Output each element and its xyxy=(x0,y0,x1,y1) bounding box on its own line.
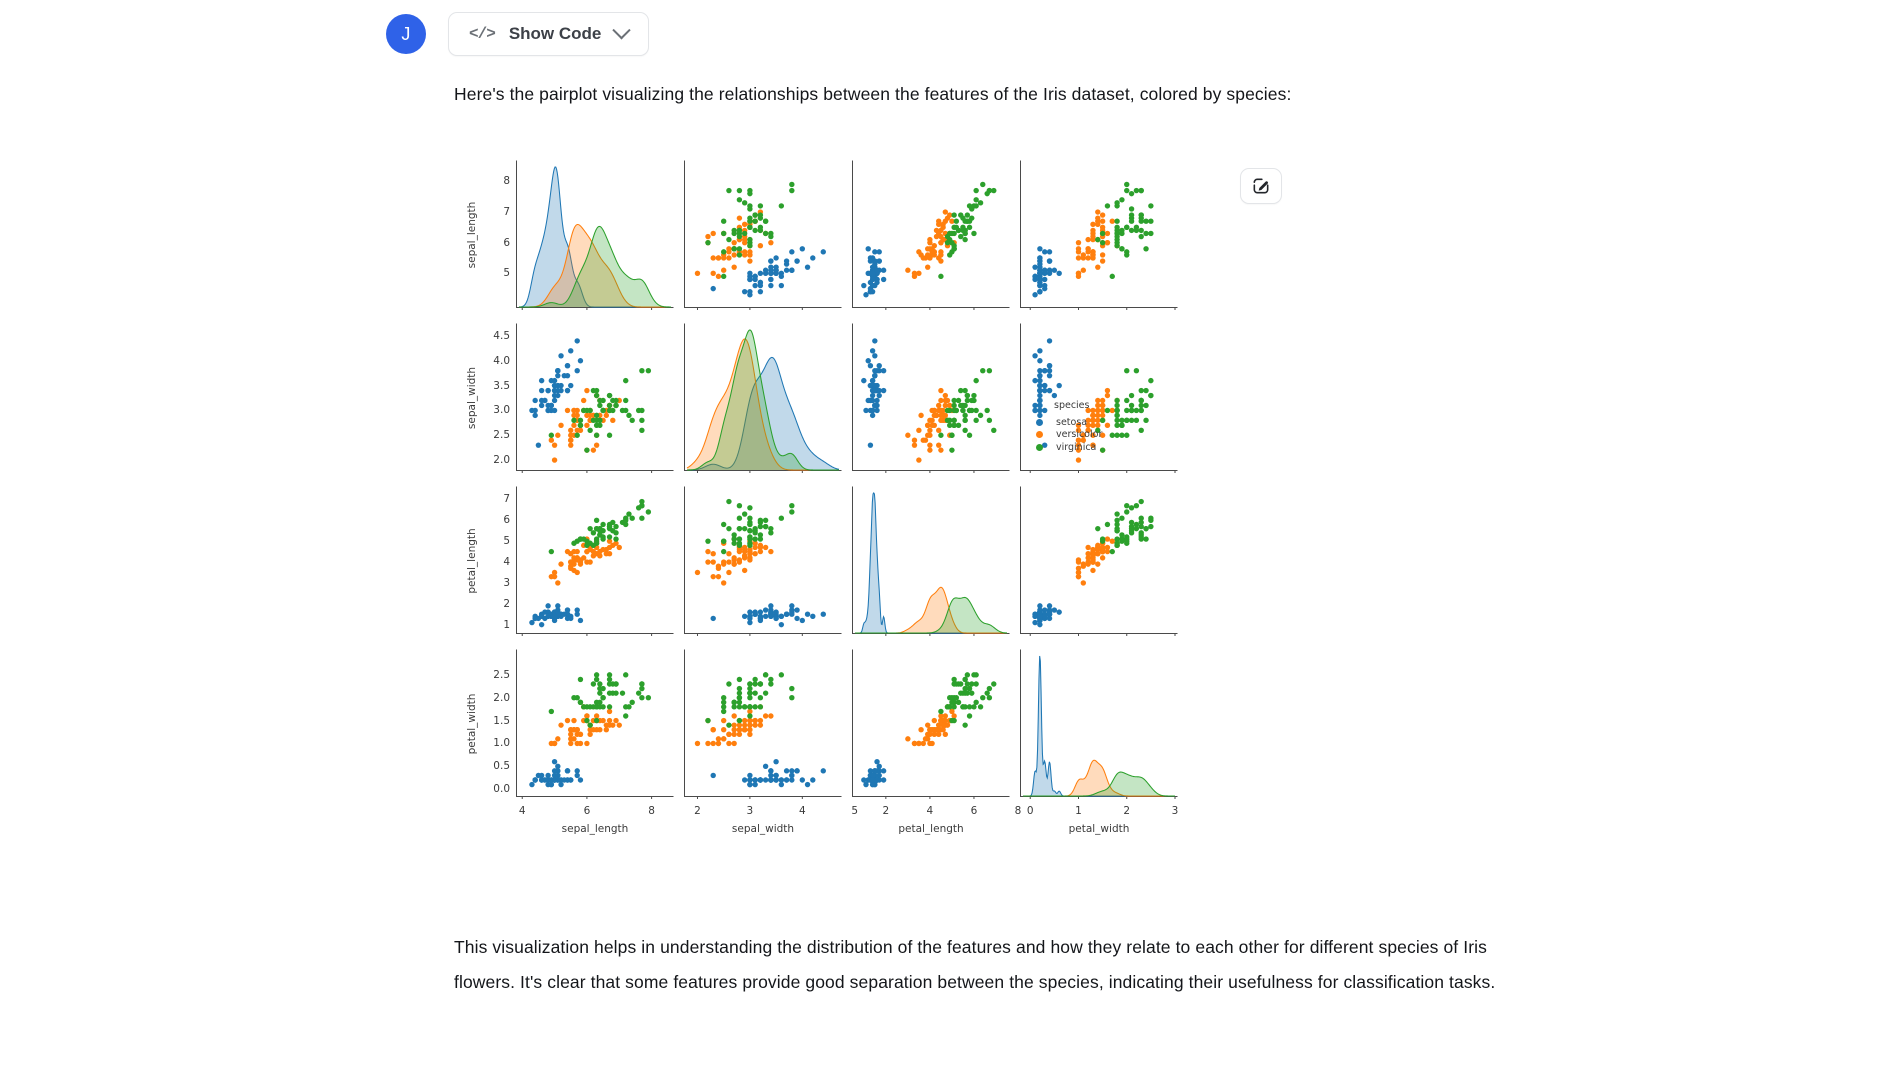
legend-marker-icon xyxy=(1036,418,1043,426)
y-axis-label-petal_length: petal_length xyxy=(466,528,478,594)
outro-paragraph: This visualization helps in understandin… xyxy=(454,937,1496,992)
legend-title: species xyxy=(1054,400,1090,411)
message-header: J </> Show Code xyxy=(386,12,650,56)
x-tick-label: 2 xyxy=(882,805,890,817)
legend-item-versicolor: versicolor xyxy=(1036,429,1102,442)
pairplot-scatter-panel xyxy=(684,486,842,636)
legend-label: setosa xyxy=(1056,416,1088,428)
y-tick-label: 1.5 xyxy=(493,714,510,727)
pairplot-kde-panel xyxy=(516,160,674,310)
intro-paragraph: Here's the pairplot visualizing the rela… xyxy=(454,84,1292,104)
x-axis-label-sepal_width: sepal_width xyxy=(731,823,795,835)
edit-chart-button[interactable] xyxy=(1240,168,1282,204)
y-tick-label: 5 xyxy=(503,535,510,548)
show-code-label: Show Code xyxy=(508,24,602,43)
pairplot-scatter-panel xyxy=(852,649,1010,799)
y-tick-label: 2.0 xyxy=(493,691,510,704)
x-tick-label: 8 xyxy=(648,805,655,817)
pairplot-scatter-panel xyxy=(1020,486,1178,636)
x-tick-label: 0 xyxy=(1026,805,1034,817)
y-tick-label: 3.5 xyxy=(493,379,510,392)
pairplot-kde-panel xyxy=(852,486,1010,636)
legend-item-setosa: setosa xyxy=(1036,416,1102,429)
y-axis-label-sepal_length: sepal_length xyxy=(466,201,478,269)
y-tick-label: 4 xyxy=(503,556,510,569)
x-tick-label: 5 xyxy=(851,805,859,817)
x-tick-label: 2 xyxy=(1123,805,1131,817)
pairplot-scatter-panel xyxy=(1020,160,1178,310)
pairplot-scatter-panel xyxy=(852,160,1010,310)
chevron-down-icon xyxy=(612,20,632,39)
y-tick-label: 3.0 xyxy=(493,404,510,417)
y-tick-label: 6 xyxy=(503,514,510,527)
x-tick-label: 6 xyxy=(583,805,591,817)
y-tick-label: 1.0 xyxy=(493,737,510,750)
y-tick-label: 2.5 xyxy=(493,668,510,681)
y-tick-label: 1 xyxy=(503,618,510,631)
x-tick-label: 4 xyxy=(518,805,526,817)
x-tick-label: 4 xyxy=(798,805,806,817)
y-axis-label-petal_width: petal_width xyxy=(466,693,478,755)
y-tick-label: 3 xyxy=(503,576,510,589)
legend-marker-icon xyxy=(1036,443,1043,451)
x-tick-label: 3 xyxy=(746,805,754,817)
avatar: J xyxy=(386,14,426,54)
y-tick-label: 2.0 xyxy=(493,454,510,467)
pairplot-scatter-panel xyxy=(516,486,674,636)
x-axis-label-petal_length: petal_length xyxy=(898,823,964,835)
x-tick-label: 2 xyxy=(694,805,701,817)
legend-marker-icon xyxy=(1036,431,1043,439)
y-tick-label: 7 xyxy=(503,206,510,219)
legend-label: virginica xyxy=(1056,441,1097,453)
legend-label: versicolor xyxy=(1056,429,1103,441)
x-tick-label: 3 xyxy=(1171,805,1179,817)
pairplot-kde-panel xyxy=(684,323,842,473)
pairplot-figure: sepal_length 5 6 7 8 4 6 8 sepal_length sepal_wid… xyxy=(454,160,1178,860)
y-tick-label: 2 xyxy=(503,597,510,610)
legend: species setosa versicolor virginica xyxy=(1036,400,1102,454)
y-tick-label: 8 xyxy=(503,175,510,188)
pairplot-scatter-panel xyxy=(684,649,842,799)
y-tick-label: 2.5 xyxy=(493,429,510,442)
show-code-button[interactable]: </> Show Code xyxy=(448,12,650,56)
x-tick-label: 8 xyxy=(1014,805,1022,817)
y-tick-label: 5 xyxy=(503,267,510,280)
y-tick-label: 4.0 xyxy=(493,354,510,367)
x-tick-label: 4 xyxy=(926,805,934,817)
conversation-page: J </> Show Code Here's the pairplot visu… xyxy=(0,0,1886,1074)
y-tick-label: 0.5 xyxy=(493,760,510,773)
y-axis-label-sepal_width: sepal_width xyxy=(466,366,478,430)
y-tick-label: 0.0 xyxy=(493,783,510,796)
x-tick-label: 1 xyxy=(1075,805,1082,817)
pairplot-scatter-panel xyxy=(516,649,674,799)
pairplot-scatter-panel xyxy=(516,323,674,473)
code-brackets-icon: </> xyxy=(469,25,496,43)
pairplot-kde-panel xyxy=(1020,649,1178,799)
x-tick-label: 6 xyxy=(970,805,978,817)
edit-square-pencil-icon xyxy=(1253,178,1269,194)
x-axis-label-petal_width: petal_width xyxy=(1068,823,1130,835)
y-tick-label: 6 xyxy=(503,236,510,249)
y-tick-label: 4.5 xyxy=(493,329,510,342)
pairplot-grid xyxy=(516,160,1178,799)
x-axis-label-sepal_length: sepal_length xyxy=(561,823,629,835)
pairplot-scatter-panel xyxy=(684,160,842,310)
legend-item-virginica: virginica xyxy=(1036,441,1102,454)
pairplot-scatter-panel xyxy=(852,323,1010,473)
y-tick-label: 7 xyxy=(503,493,510,506)
